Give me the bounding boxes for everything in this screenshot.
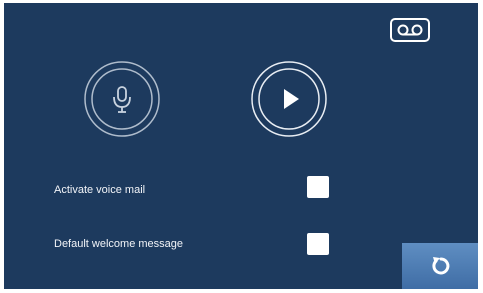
default-welcome-message-checkbox[interactable] [307,233,329,255]
back-button[interactable] [402,243,478,289]
record-button[interactable] [82,59,162,139]
refresh-back-icon [432,257,450,275]
voicemail-settings-screen: Activate voice mail Default welcome mess… [4,3,478,289]
activate-voice-mail-checkbox[interactable] [307,176,329,198]
activate-voice-mail-label: Activate voice mail [54,184,146,196]
play-button[interactable] [249,59,329,139]
voicemail-icon [390,18,430,42]
microphone-icon [113,86,131,113]
default-welcome-message-label: Default welcome message [54,238,184,250]
play-icon [284,89,299,109]
